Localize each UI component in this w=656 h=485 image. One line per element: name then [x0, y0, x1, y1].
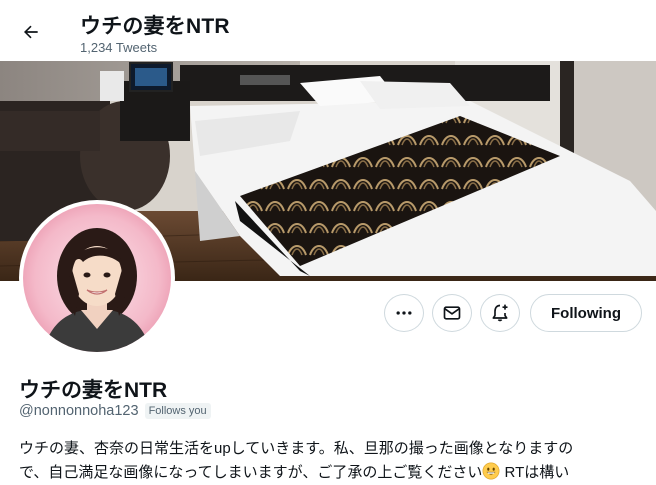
follows-you-badge: Follows you — [144, 403, 211, 419]
bio-text: で、自己満足な画像になってしまいますが、ご了承の上ご覧ください — [19, 464, 483, 481]
bell-plus-icon — [492, 304, 508, 322]
bio-line: ウチの妻、杏奈の日常生活をupしていきます。私、旦那の撮った画像となりますの — [19, 440, 574, 457]
bio-line: で、自己満足な画像になってしまいますが、ご了承の上ご覧ください RTは構い — [19, 461, 644, 485]
handle-row: @nonnonnoha123 Follows you — [19, 403, 211, 419]
tweet-count: 1,234 Tweets — [80, 40, 158, 55]
display-name: ウチの妻をNTR — [19, 379, 168, 402]
bio-text: RTは構い — [500, 464, 570, 481]
following-button[interactable]: Following — [530, 294, 642, 332]
grinning-face-emoji-icon — [482, 462, 500, 485]
more-button[interactable] — [384, 294, 424, 332]
notifications-button[interactable] — [480, 294, 520, 332]
message-button[interactable] — [432, 294, 472, 332]
back-button[interactable] — [14, 15, 48, 49]
profile-header-bar: ウチの妻をNTR 1,234 Tweets — [0, 0, 656, 60]
header-title: ウチの妻をNTR — [80, 15, 230, 38]
envelope-icon — [443, 306, 461, 320]
profile-avatar[interactable] — [19, 200, 175, 356]
user-handle: @nonnonnoha123 — [19, 403, 139, 419]
profile-bio: ウチの妻、杏奈の日常生活をupしていきます。私、旦那の撮った画像となりますの で… — [19, 437, 644, 485]
arrow-left-icon — [24, 25, 38, 39]
more-dots-icon — [396, 311, 412, 315]
